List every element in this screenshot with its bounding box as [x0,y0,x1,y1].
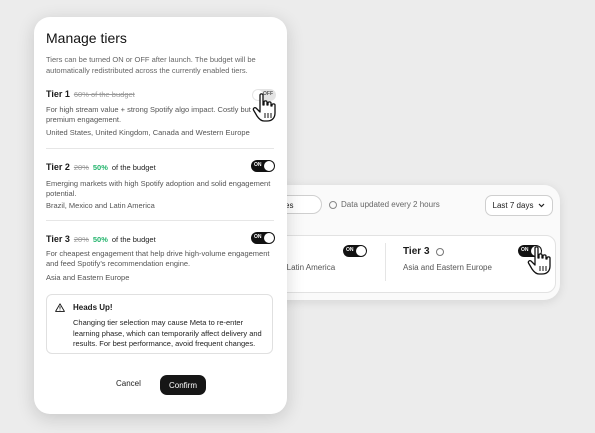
refresh-icon [329,200,337,209]
alert-body: Changing tier selection may cause Meta t… [73,318,262,348]
tier3-old-budget: 20% [73,235,89,244]
hand-cursor-icon [252,93,276,122]
tier2-description: Emerging markets with high Spotify adopt… [46,179,271,198]
alert-title: Heads Up! [73,303,113,312]
tier1-regions: United States, United Kingdom, Canada an… [46,128,250,137]
tier3-title: Tier 3 20% 50% of the budget [46,234,156,244]
tier2-card-desc: d Latin America [280,263,336,272]
warning-icon [55,303,65,312]
tier3-toggle[interactable]: ON [251,232,275,244]
manage-tiers-modal [34,17,287,414]
data-updated-note: Data updated every 2 hours [329,200,440,209]
tier2-old-budget: 20% [73,163,89,172]
tier3-card-title: Tier 3 [403,246,444,257]
tier1-old-budget: 60% of the budget [73,90,135,99]
tier2-card-toggle[interactable]: ON [343,245,367,257]
tier3-regions: Asia and Eastern Europe [46,273,130,282]
tier2-title: Tier 2 20% 50% of the budget [46,162,156,172]
hand-cursor-icon [527,246,551,275]
cancel-button[interactable]: Cancel [116,379,141,388]
tier3-new-budget: 50% [92,235,108,244]
card-divider [385,243,386,281]
modal-title: Manage tiers [46,30,127,46]
divider [46,148,274,149]
modal-subtitle: Tiers can be turned ON or OFF after laun… [46,55,256,75]
info-icon[interactable] [435,247,444,256]
chevron-down-icon [539,203,545,208]
tier3-description: For cheapest engagement that help drive … [46,249,270,268]
date-range-select[interactable]: Last 7 days [485,195,553,216]
tier2-toggle[interactable]: ON [251,160,275,172]
tier3-card-desc: Asia and Eastern Europe [403,263,492,272]
tier2-new-budget: 50% [92,163,108,172]
tier2-regions: Brazil, Mexico and Latin America [46,201,155,210]
tier1-description: For high stream value + strong Spotify a… [46,105,251,124]
date-range-value: Last 7 days [492,201,534,210]
confirm-button[interactable]: Confirm [160,375,206,395]
data-updated-text: Data updated every 2 hours [341,200,440,209]
divider [46,220,274,221]
tier1-title: Tier 1 60% of the budget [46,89,135,99]
